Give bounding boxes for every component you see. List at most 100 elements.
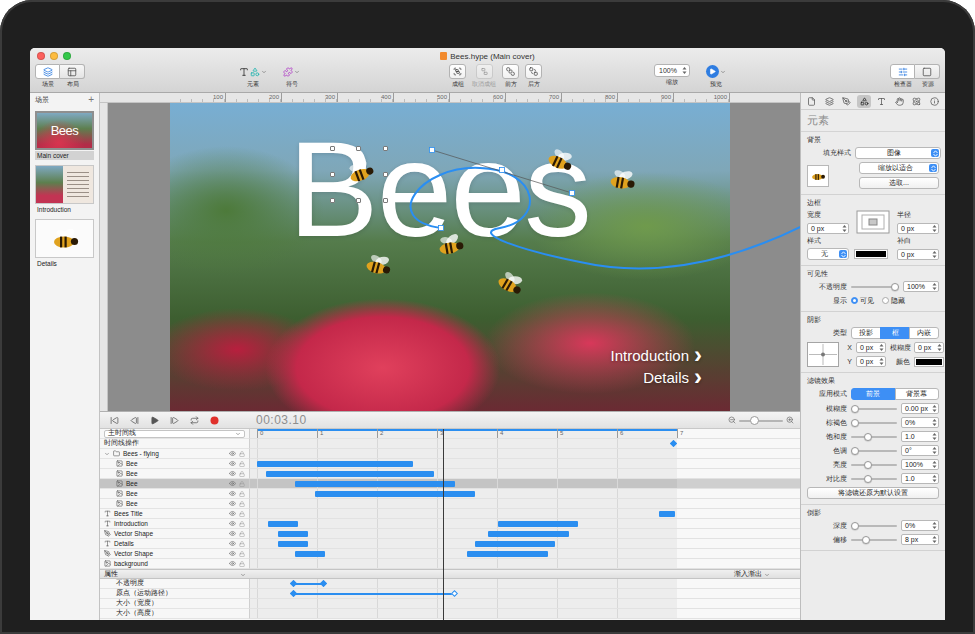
- filter-field[interactable]: 1.0: [901, 431, 939, 442]
- stepper-icon[interactable]: [932, 224, 937, 233]
- opacity-field[interactable]: 100%: [903, 281, 939, 292]
- filter-slider[interactable]: [851, 474, 897, 483]
- filter-field[interactable]: 100%: [901, 459, 939, 470]
- bee-image[interactable]: [605, 166, 639, 195]
- slider-knob[interactable]: [750, 416, 759, 425]
- stepper-icon[interactable]: [682, 66, 687, 75]
- arrange-button[interactable]: [502, 64, 519, 79]
- layer-row[interactable]: Bee: [100, 479, 800, 489]
- inspector-tab[interactable]: [805, 95, 819, 108]
- step-back-icon[interactable]: [130, 416, 139, 425]
- view-option[interactable]: 场景: [35, 64, 60, 88]
- popup-button[interactable]: [929, 164, 937, 172]
- animation-bar[interactable]: [278, 531, 308, 537]
- property-row[interactable]: 大小（宽度）: [100, 599, 800, 609]
- property-row[interactable]: 原点（运动路径）: [100, 589, 800, 599]
- shadow-y-field[interactable]: 0 px: [856, 356, 886, 367]
- lock-icon[interactable]: [239, 531, 245, 537]
- stepper-icon[interactable]: [932, 250, 937, 259]
- insert-button[interactable]: [235, 64, 271, 79]
- path-node[interactable]: [500, 168, 505, 173]
- layer-row[interactable]: Vector Shape: [100, 529, 800, 539]
- keyframe[interactable]: [290, 590, 297, 597]
- scene-link[interactable]: Introduction›: [611, 346, 702, 364]
- view-button[interactable]: [35, 64, 60, 79]
- reflection-field[interactable]: 0%: [901, 520, 939, 531]
- animation-bar[interactable]: [278, 541, 308, 547]
- stepper-icon[interactable]: [879, 357, 884, 366]
- lock-icon[interactable]: [239, 561, 245, 567]
- animation-bar[interactable]: [498, 521, 578, 527]
- arrange-item[interactable]: 前方: [502, 64, 519, 88]
- panel-button[interactable]: [890, 64, 915, 79]
- view-button[interactable]: [60, 64, 85, 79]
- filter-slider[interactable]: [851, 404, 897, 413]
- slider-knob[interactable]: [851, 405, 859, 413]
- lock-icon[interactable]: [239, 491, 245, 497]
- timeline-zoom-slider[interactable]: [739, 416, 783, 425]
- scene-link[interactable]: Details›: [643, 368, 702, 386]
- action-keyframe[interactable]: [670, 440, 677, 447]
- layer-row[interactable]: Details: [100, 539, 800, 549]
- slider-knob[interactable]: [864, 475, 872, 483]
- panel-option[interactable]: 资源: [915, 64, 940, 88]
- selection-handle[interactable]: [330, 146, 335, 151]
- shadow-type-option[interactable]: 投影: [851, 327, 881, 339]
- layer-row[interactable]: Bee: [100, 489, 800, 499]
- visibility-icon[interactable]: [229, 460, 236, 467]
- close-button[interactable]: [37, 52, 45, 60]
- visibility-icon[interactable]: [229, 500, 236, 507]
- preview-button[interactable]: 预览: [702, 64, 730, 88]
- fullscreen-button[interactable]: [63, 52, 71, 60]
- border-color-swatch[interactable]: [854, 249, 888, 259]
- inspector-tab[interactable]: [875, 95, 889, 108]
- popup-button[interactable]: [839, 250, 847, 258]
- stepper-icon[interactable]: [932, 535, 937, 544]
- bee-image[interactable]: [433, 231, 467, 260]
- layer-row[interactable]: Bee: [100, 459, 800, 469]
- panel-option[interactable]: 检查器: [890, 64, 915, 88]
- keyframe[interactable]: [290, 580, 297, 587]
- reflection-field[interactable]: 8 px: [901, 534, 939, 545]
- scene-thumbnail[interactable]: [35, 219, 94, 258]
- stepper-icon[interactable]: [932, 432, 937, 441]
- property-row[interactable]: 不透明度: [100, 579, 800, 589]
- panel-button[interactable]: [915, 64, 940, 79]
- visibility-icon[interactable]: [229, 540, 236, 547]
- border-width-field[interactable]: 0 px: [807, 223, 849, 234]
- scene-item[interactable]: BeesMain cover: [35, 111, 94, 160]
- easing-select[interactable]: 渐入渐出: [250, 570, 800, 579]
- opacity-slider[interactable]: [851, 282, 899, 291]
- slider-knob[interactable]: [862, 536, 870, 544]
- lock-icon[interactable]: [239, 461, 245, 467]
- stepper-icon[interactable]: [932, 460, 937, 469]
- visibility-icon[interactable]: [229, 490, 236, 497]
- slider-knob[interactable]: [851, 522, 859, 530]
- selection-handle[interactable]: [330, 198, 335, 203]
- filter-slider[interactable]: [851, 432, 897, 441]
- scale-select[interactable]: 缩放以适合: [859, 162, 939, 174]
- animation-bar[interactable]: [488, 531, 569, 537]
- zoom-field[interactable]: 100%: [654, 64, 690, 77]
- animation-bar[interactable]: [257, 461, 413, 467]
- lock-icon[interactable]: [239, 501, 245, 507]
- reflection-slider[interactable]: [851, 521, 897, 530]
- slider-knob[interactable]: [851, 419, 859, 427]
- reflection-slider[interactable]: [851, 535, 897, 544]
- shadow-type-option[interactable]: 框: [880, 327, 910, 339]
- selection-handle[interactable]: [383, 198, 388, 203]
- stepper-icon[interactable]: [932, 446, 937, 455]
- inspector-tab[interactable]: [910, 95, 924, 108]
- scene-thumbnail[interactable]: [35, 165, 94, 204]
- selection-handle[interactable]: [356, 146, 361, 151]
- minimize-button[interactable]: [50, 52, 58, 60]
- animation-bar[interactable]: [475, 541, 555, 547]
- visibility-icon[interactable]: [229, 560, 236, 567]
- lock-icon[interactable]: [239, 451, 245, 457]
- shadow-type-option[interactable]: 内嵌: [909, 327, 939, 339]
- popup-button[interactable]: [931, 149, 939, 157]
- scene-item[interactable]: Introduction: [35, 165, 94, 214]
- zoom-in-icon[interactable]: [786, 416, 794, 424]
- background-photo[interactable]: BeesIntroduction›Details›: [170, 103, 730, 411]
- slider-knob[interactable]: [851, 447, 859, 455]
